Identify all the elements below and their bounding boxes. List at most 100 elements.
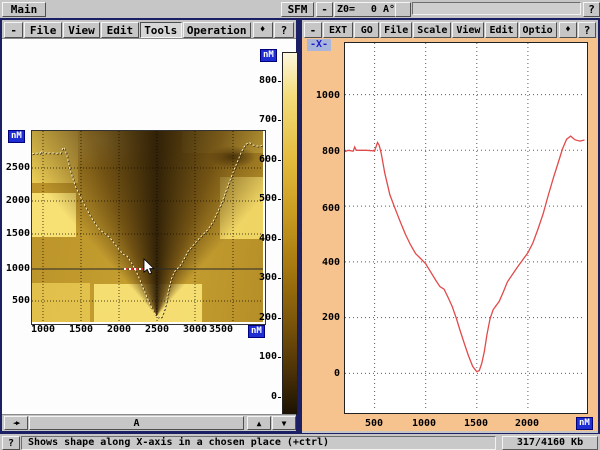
scroll-left-right-button[interactable]: ◄▶ bbox=[4, 416, 28, 430]
mouse-cursor bbox=[144, 259, 154, 274]
profile-client-area: -X- 1000 800 600 400 200 0 bbox=[302, 38, 598, 431]
profile-y-tick: 600 bbox=[304, 204, 340, 214]
menu-tools-label: Tools bbox=[144, 25, 177, 36]
image-y-tick: 1000 bbox=[2, 264, 30, 274]
profile-curve bbox=[345, 136, 585, 372]
colorbar-tick-mark bbox=[278, 397, 281, 398]
profile-window-help-button[interactable]: ? bbox=[578, 22, 596, 38]
scroll-up-button[interactable]: ▲ bbox=[247, 416, 271, 430]
memory-text: 317/4160 Kb bbox=[517, 437, 583, 448]
menu-view-right[interactable]: View bbox=[452, 22, 484, 38]
profile-trace bbox=[32, 142, 263, 317]
minimize-icon: - bbox=[10, 25, 17, 36]
menu-file[interactable]: File bbox=[24, 22, 61, 38]
z0-display: Z0= 0 A° bbox=[334, 2, 398, 17]
profile-y-tick: 800 bbox=[304, 147, 340, 157]
menu-options[interactable]: Optio bbox=[519, 22, 557, 38]
colorbar-tick-mark bbox=[278, 160, 281, 161]
menu-operation[interactable]: Operation bbox=[183, 22, 251, 38]
profile-trace-shadow bbox=[33, 143, 263, 318]
help-icon: ? bbox=[281, 25, 288, 36]
z0-value: 0 A° bbox=[371, 4, 395, 15]
menu-edit-label: Edit bbox=[107, 25, 134, 36]
down-arrow-icon: ▼ bbox=[282, 418, 287, 429]
menu-edit-right-label: Edit bbox=[489, 25, 513, 36]
colorbar-tick-mark bbox=[278, 318, 281, 319]
status-bar: ? Shows shape along X-axis in a chosen p… bbox=[0, 433, 600, 450]
colorbar-tick-mark bbox=[278, 199, 281, 200]
menu-go[interactable]: GO bbox=[354, 22, 379, 38]
height-colorbar bbox=[282, 52, 298, 415]
profile-plot-area[interactable] bbox=[344, 42, 588, 414]
sfm-application: Main SFM - Z0= 0 A° ? - File View Edit T… bbox=[0, 0, 600, 450]
image-window-spinner-button[interactable]: ♦ bbox=[253, 22, 273, 38]
profile-grid bbox=[345, 43, 585, 411]
menu-tools[interactable]: Tools bbox=[140, 22, 182, 38]
colorbar-tick-mark bbox=[278, 357, 281, 358]
colorbar-tick: 300 bbox=[251, 273, 277, 283]
profile-window-spinner-button[interactable]: ♦ bbox=[559, 22, 578, 38]
top-help-button[interactable]: ? bbox=[583, 2, 600, 17]
menu-file-label: File bbox=[30, 25, 57, 36]
menu-edit-right[interactable]: Edit bbox=[485, 22, 517, 38]
main-menu-button[interactable]: Main bbox=[2, 2, 46, 17]
menu-view-right-label: View bbox=[456, 25, 480, 36]
colorbar-tick-mark bbox=[278, 120, 281, 121]
menu-edit[interactable]: Edit bbox=[101, 22, 138, 38]
menu-view[interactable]: View bbox=[63, 22, 100, 38]
menu-ext[interactable]: EXT bbox=[323, 22, 353, 38]
help-icon: ? bbox=[8, 438, 14, 449]
image-y-tick: 1500 bbox=[2, 229, 30, 239]
image-window-help-button[interactable]: ? bbox=[274, 22, 294, 38]
menu-file-right[interactable]: File bbox=[380, 22, 412, 38]
colorbar-tick: 700 bbox=[251, 115, 277, 125]
image-x-tick: 1000 bbox=[23, 325, 63, 335]
image-window-minimize-button[interactable]: - bbox=[4, 22, 23, 38]
image-window: - File View Edit Tools Operation ♦ ? 250… bbox=[0, 18, 298, 433]
left-right-arrows-icon: ◄▶ bbox=[13, 418, 19, 429]
profile-x-tick: 500 bbox=[352, 419, 396, 429]
profile-y-tick: 1000 bbox=[304, 91, 340, 101]
image-x-unit-badge: nM bbox=[248, 325, 265, 338]
memory-indicator: 317/4160 Kb bbox=[502, 436, 598, 450]
minimize-icon: - bbox=[310, 25, 317, 36]
afm-topography-image[interactable] bbox=[31, 130, 266, 325]
status-message: Shows shape along X-axis in a chosen pla… bbox=[21, 436, 496, 450]
sfm-button[interactable]: SFM bbox=[281, 2, 314, 17]
image-y-unit-badge: nM bbox=[8, 130, 25, 143]
scroll-mode-bar[interactable]: A bbox=[29, 416, 244, 430]
colorbar-tick: 200 bbox=[251, 313, 277, 323]
image-client-area: 2500 2000 1500 1000 500 nM nM nM bbox=[2, 38, 296, 416]
image-x-tick: 2000 bbox=[99, 325, 139, 335]
up-arrow-icon: ▲ bbox=[257, 418, 262, 429]
colorbar-unit-badge: nM bbox=[260, 49, 277, 62]
menu-options-label: Optio bbox=[523, 25, 553, 36]
image-x-tick: 3500 bbox=[201, 325, 241, 335]
help-icon: ? bbox=[588, 4, 595, 15]
minimize-top-button[interactable]: - bbox=[316, 2, 333, 17]
main-menu-label: Main bbox=[11, 4, 38, 15]
colorbar-tick: 100 bbox=[251, 352, 277, 362]
profile-window: - EXT GO File Scale View Edit Optio ♦ ? … bbox=[300, 18, 600, 437]
colorbar-tick-mark bbox=[278, 81, 281, 82]
command-field[interactable] bbox=[412, 2, 581, 15]
colorbar-tick: 600 bbox=[251, 155, 277, 165]
menu-file-right-label: File bbox=[384, 25, 408, 36]
colorbar-tick: 800 bbox=[251, 76, 277, 86]
menu-ext-label: EXT bbox=[329, 25, 347, 36]
spinner-icon: ♦ bbox=[260, 25, 265, 36]
scroll-down-button[interactable]: ▼ bbox=[272, 416, 296, 430]
status-help-button[interactable]: ? bbox=[2, 436, 20, 450]
profile-y-tick: 0 bbox=[304, 369, 340, 379]
profile-x-unit-badge: nM bbox=[576, 417, 593, 430]
sfm-label: SFM bbox=[288, 4, 308, 15]
z0-small-button[interactable] bbox=[395, 2, 411, 17]
profile-window-minimize-button[interactable]: - bbox=[304, 22, 322, 38]
colorbar-tick-mark bbox=[278, 278, 281, 279]
menu-view-label: View bbox=[68, 25, 95, 36]
profile-x-tick: 1500 bbox=[454, 419, 498, 429]
scroll-mode-label: A bbox=[133, 418, 139, 429]
profile-y-tick: 400 bbox=[304, 258, 340, 268]
menu-scale[interactable]: Scale bbox=[413, 22, 451, 38]
image-x-tick: 1500 bbox=[61, 325, 101, 335]
